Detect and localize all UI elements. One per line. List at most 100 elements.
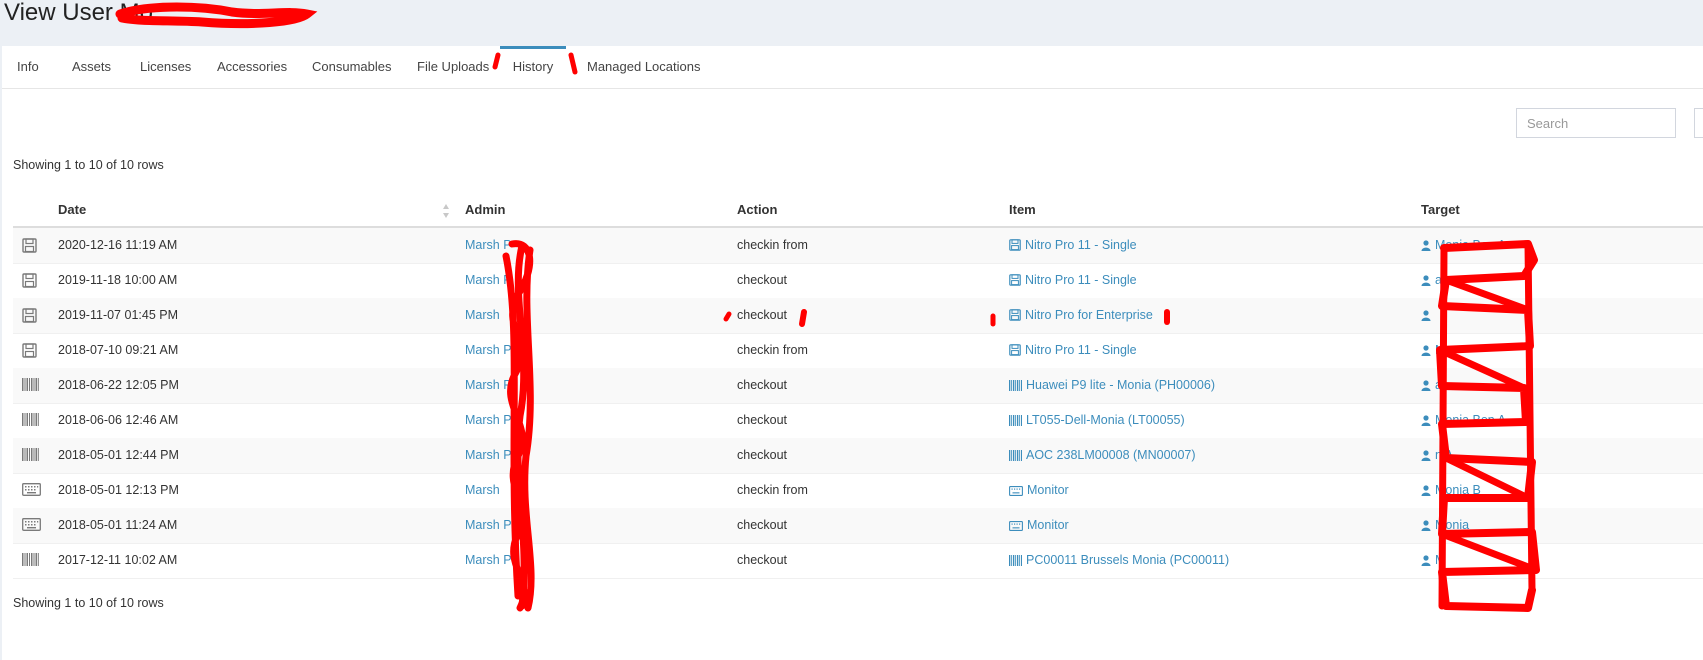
target-link[interactable]: Monia [1421,508,1469,543]
tab-bar: Info Assets Licenses Accessories Consuma… [2,46,1703,89]
target-label: M [1435,553,1446,567]
admin-link[interactable]: Marsh P [465,403,512,438]
date-cell: 2018-05-01 12:13 PM [58,483,179,497]
action-cell: checkout [737,413,788,427]
item-link[interactable]: Huawei P9 lite - Monia (PH00006) [1009,368,1215,403]
date-cell: 2017-12-11 10:02 AM [58,553,178,567]
search-button[interactable] [1694,108,1703,138]
action-cell: checkin from [737,343,808,357]
admin-link[interactable]: Marsh P [465,333,512,368]
tab-redaction-mark [568,52,578,75]
table-row: 2018-06-22 12:05 PM Marsh P checkout Huawei… [13,368,1703,404]
column-header-target[interactable]: Target [1421,198,1460,226]
barcode-icon [1009,545,1022,580]
barcode-icon [22,378,39,393]
sort-icon[interactable] [442,203,450,219]
item-label: Huawei P9 lite - Monia (PH00006) [1026,378,1215,392]
item-link[interactable]: PC00011 Brussels Monia (PC00011) [1009,543,1229,578]
tab-consumables[interactable]: Consumables [312,46,392,88]
column-header-item[interactable]: Item [1009,198,1036,226]
admin-link[interactable]: Marsh [465,298,500,333]
user-icon [1421,405,1431,440]
target-label: n A [1435,448,1454,462]
save-icon [22,273,39,288]
item-link[interactable]: AOC 238LM00008 (MN00007) [1009,438,1196,473]
barcode-icon [1009,370,1022,405]
tab-history[interactable]: History [500,46,566,91]
admin-link[interactable]: Marsh P [465,263,512,298]
user-icon [1421,475,1431,510]
item-label: Nitro Pro 11 - Single [1025,238,1137,252]
target-link[interactable]: Monia Ben A [1421,228,1506,263]
target-link[interactable]: Mo [1421,333,1452,368]
tab-file-uploads[interactable]: File Uploads [417,46,489,88]
target-link[interactable]: a [1421,368,1442,403]
item-link[interactable]: Nitro Pro for Enterprise [1009,298,1153,333]
admin-link[interactable]: Marsh P [465,438,512,473]
action-cell: checkin from [737,483,808,497]
admin-link[interactable]: Marsh P [465,228,512,263]
table-row: 2017-12-11 10:02 AM Marsh P checkout PC0001… [13,543,1703,579]
search-input[interactable] [1516,108,1676,138]
target-link[interactable]: a [1421,263,1442,298]
admin-link[interactable]: Marsh [465,473,500,508]
target-label: Mo [1435,343,1453,357]
pagination-info-bottom: Showing 1 to 10 of 10 rows [13,596,164,610]
tab-managed-locations[interactable]: Managed Locations [587,46,700,88]
target-link[interactable]: Monia B [1421,473,1481,508]
user-icon [1421,510,1431,545]
item-link[interactable]: LT055-Dell-Monia (LT00055) [1009,403,1185,438]
tab-assets[interactable]: Assets [72,46,111,88]
save-icon [22,308,39,323]
item-label: Monitor [1027,483,1069,497]
item-link[interactable]: Monitor [1009,508,1069,543]
target-link[interactable] [1421,298,1435,333]
admin-link[interactable]: Marsh P [465,508,512,543]
item-link[interactable]: Monitor [1009,473,1069,508]
target-label: Monia B [1435,483,1481,497]
table-row: 2018-07-10 09:21 AM Marsh P checkin from Ni… [13,333,1703,369]
item-label: Nitro Pro 11 - Single [1025,343,1137,357]
action-cell: checkout [737,553,788,567]
action-cell: checkout [737,518,788,532]
item-link[interactable]: Nitro Pro 11 - Single [1009,333,1137,368]
tab-licenses[interactable]: Licenses [140,46,191,88]
user-icon [1421,230,1431,265]
keyboard-icon [1009,510,1023,545]
barcode-icon [22,413,39,428]
item-label: PC00011 Brussels Monia (PC00011) [1026,553,1230,567]
item-label: Monitor [1027,518,1069,532]
item-link[interactable]: Nitro Pro 11 - Single [1009,263,1137,298]
user-icon [1421,300,1431,335]
target-link[interactable]: Monia Ben A [1421,403,1506,438]
item-link[interactable]: Nitro Pro 11 - Single [1009,228,1137,263]
table-row: 2018-05-01 11:24 AM Marsh P checkout Monito… [13,508,1703,544]
target-label: Monia Ben A [1435,413,1506,427]
user-icon [1421,335,1431,370]
action-cell: checkout [737,308,788,322]
target-link[interactable]: n A [1421,438,1453,473]
column-header-action[interactable]: Action [737,198,777,226]
user-icon [1421,370,1431,405]
user-detail-panel: Info Assets Licenses Accessories Consuma… [2,46,1703,660]
admin-link[interactable]: Marsh P [465,368,512,403]
admin-link[interactable]: Marsh P [465,543,512,578]
keyboard-icon [1009,475,1023,510]
date-cell: 2019-11-18 10:00 AM [58,273,178,287]
title-redaction-scribble [115,2,318,29]
user-icon [1421,545,1431,580]
column-header-admin[interactable]: Admin [465,198,505,226]
date-cell: 2018-06-22 12:05 PM [58,378,179,392]
target-link[interactable]: M [1421,543,1445,578]
item-label: LT055-Dell-Monia (LT00055) [1026,413,1185,427]
tab-info[interactable]: Info [17,46,39,88]
tab-accessories[interactable]: Accessories [217,46,287,88]
target-label: Monia Ben A [1435,238,1506,252]
table-row: 2018-05-01 12:13 PM Marsh checkin from Moni… [13,473,1703,509]
barcode-icon [1009,440,1022,475]
save-icon [1009,265,1021,300]
save-icon [1009,335,1021,370]
column-header-date[interactable]: Date [58,198,86,226]
action-cell: checkout [737,273,788,287]
date-cell: 2018-06-06 12:46 AM [58,413,179,427]
